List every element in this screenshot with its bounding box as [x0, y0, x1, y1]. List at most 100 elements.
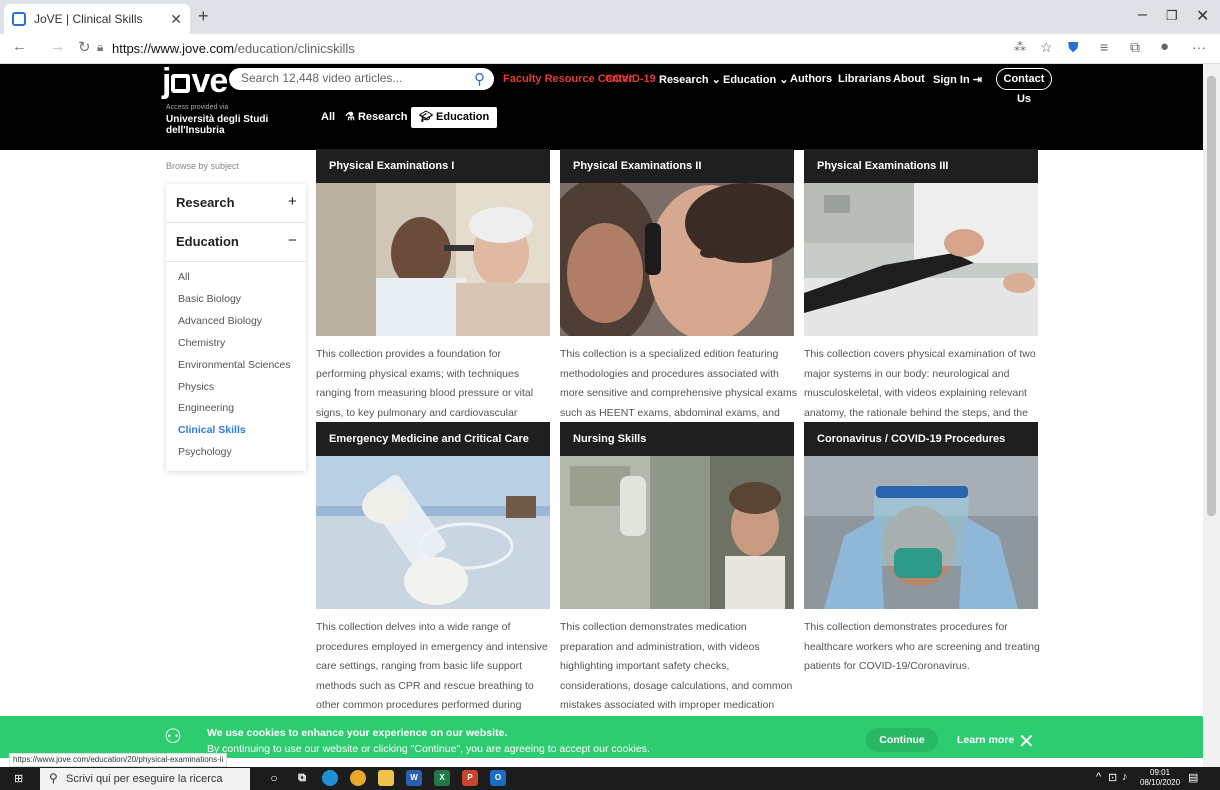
search-icon[interactable]: ⚲ [474, 70, 485, 88]
scrollbar-thumb[interactable] [1207, 76, 1216, 516]
sidebar-divider [166, 261, 306, 262]
profile-avatar-icon[interactable]: ● [1160, 38, 1169, 55]
jove-logo[interactable]: j ve [162, 64, 228, 98]
cookie-user-icon: ⚇ [164, 726, 182, 748]
card-title[interactable]: Physical Examinations II [560, 149, 794, 183]
cortana-icon[interactable]: ○ [266, 770, 282, 786]
card-thumbnail[interactable] [316, 456, 550, 609]
sidebar-item-psychology[interactable]: Psychology [178, 446, 232, 458]
new-tab-button[interactable]: + [198, 6, 209, 27]
nav-education[interactable]: Education ⌄ [723, 73, 788, 86]
excel-icon[interactable]: X [434, 770, 450, 786]
cookie-learn-more-link[interactable]: Learn more [957, 734, 1014, 746]
shield-extension-icon[interactable]: ⛊ [1068, 39, 1079, 56]
search-input[interactable] [241, 71, 461, 85]
nav-authors[interactable]: Authors [790, 73, 832, 85]
notifications-icon[interactable]: ▤ [1188, 771, 1198, 784]
card-thumbnail[interactable] [316, 183, 550, 336]
translate-icon[interactable]: ⁂ [1014, 40, 1026, 54]
nav-research[interactable]: Research ⌄ [659, 73, 721, 86]
chrome-icon[interactable] [350, 770, 366, 786]
card-thumbnail[interactable] [560, 183, 794, 336]
chevron-down-icon: ⌄ [711, 74, 721, 86]
clock-time: 09:01 [1150, 768, 1171, 777]
powerpoint-icon[interactable]: P [462, 770, 478, 786]
sidebar-item-all[interactable]: All [178, 271, 190, 283]
expand-plus-icon[interactable]: + [288, 193, 297, 210]
browser-tab[interactable]: JoVE | Clinical Skills ✕ [4, 4, 190, 34]
lock-icon: 🔒︎ [97, 40, 104, 54]
cookie-title: We use cookies to enhance your experienc… [207, 727, 508, 739]
taskbar-search-placeholder: Scrivi qui per eseguire la ricerca [66, 773, 223, 785]
taskbar-search-box[interactable]: ⚲ Scrivi qui per eseguire la ricerca [40, 768, 250, 790]
card-title[interactable]: Physical Examinations I [316, 149, 550, 183]
url-host: https://www.jove.com [112, 41, 235, 56]
network-icon[interactable]: ⊡ [1108, 771, 1117, 784]
task-view-icon[interactable]: ⧉ [294, 770, 310, 786]
url-field[interactable]: https://www.jove.com/education/clinicski… [112, 41, 355, 56]
favorites-list-icon[interactable]: ≡ [1100, 39, 1108, 55]
collections-icon[interactable]: ⧉ [1130, 39, 1140, 56]
card-thumbnail[interactable] [804, 183, 1038, 336]
mode-tab-education[interactable]: 🎓︎ Education [411, 107, 498, 128]
institution-name: Università degli Studi dell'Insubria [166, 114, 269, 136]
volume-icon[interactable]: ♪ [1122, 771, 1128, 783]
word-icon[interactable]: W [406, 770, 422, 786]
cookie-continue-button[interactable]: Continue [866, 728, 938, 752]
browse-label: Browse by subject [166, 161, 240, 171]
sidebar-item-advanced-biology[interactable]: Advanced Biology [178, 315, 262, 327]
flask-icon: ⚗ [345, 111, 355, 123]
clock-date: 08/10/2020 [1140, 778, 1181, 787]
favorite-star-icon[interactable]: ☆ [1040, 39, 1053, 56]
tray-chevron-icon[interactable]: ^ [1096, 771, 1101, 783]
nav-research-label: Research [659, 74, 709, 86]
more-menu-icon[interactable]: ··· [1192, 39, 1206, 55]
nav-about[interactable]: About [893, 73, 925, 85]
refresh-icon[interactable]: ↻ [78, 38, 91, 56]
sidebar-item-engineering[interactable]: Engineering [178, 402, 234, 414]
sidebar-item-chemistry[interactable]: Chemistry [178, 337, 225, 349]
mode-education-label: Education [436, 111, 490, 123]
outlook-icon[interactable]: O [490, 770, 506, 786]
mode-tab-all[interactable]: All [321, 107, 335, 128]
restore-button[interactable]: ❐ [1166, 8, 1178, 24]
close-window-button[interactable]: ✕ [1196, 6, 1209, 26]
nav-covid-19[interactable]: COVID-19 [605, 73, 656, 85]
sidebar-item-physics[interactable]: Physics [178, 381, 214, 393]
site-search-box: ⚲ [229, 68, 494, 90]
windows-start-icon[interactable]: ⊞ [14, 772, 27, 785]
card-title[interactable]: Physical Examinations III [804, 149, 1038, 183]
chevron-down-icon: ⌄ [779, 74, 789, 86]
nav-librarians[interactable]: Librarians [838, 73, 891, 85]
close-icon[interactable]: ✕ [1018, 729, 1035, 754]
page-favicon-icon [12, 12, 26, 26]
close-tab-icon[interactable]: ✕ [170, 11, 182, 28]
sidebar-item-clinical-skills[interactable]: Clinical Skills [178, 424, 246, 436]
card-thumbnail[interactable] [560, 456, 794, 609]
card-title[interactable]: Coronavirus / COVID-19 Procedures [804, 422, 1038, 456]
collapse-minus-icon[interactable]: − [288, 232, 297, 249]
edge-browser-icon[interactable] [322, 770, 338, 786]
page-scrollbar[interactable] [1203, 64, 1220, 767]
card-description: This collection demonstrates procedures … [804, 621, 1040, 673]
minimize-button[interactable]: – [1138, 6, 1147, 24]
sidebar-research[interactable]: Research [176, 195, 235, 210]
sidebar-item-environmental-sciences[interactable]: Environmental Sciences [178, 359, 291, 371]
card-title[interactable]: Emergency Medicine and Critical Care [316, 422, 550, 456]
card-thumbnail[interactable] [804, 456, 1038, 609]
nav-sign-in[interactable]: Sign In ⇥ [933, 73, 982, 86]
mode-tab-research[interactable]: ⚗ Research [345, 107, 407, 128]
card-title[interactable]: Nursing Skills [560, 422, 794, 456]
contact-us-button[interactable]: Contact Us [996, 68, 1052, 105]
mode-research-label: Research [357, 111, 408, 123]
nav-education-label: Education [723, 74, 777, 86]
tab-title: JoVE | Clinical Skills [34, 12, 143, 26]
taskbar-clock[interactable]: 09:01 08/10/2020 [1140, 768, 1180, 788]
forward-icon[interactable]: → [50, 38, 65, 55]
sign-in-icon: ⇥ [972, 74, 982, 86]
sidebar-education[interactable]: Education [176, 234, 239, 249]
file-explorer-icon[interactable] [378, 770, 394, 786]
sidebar-item-basic-biology[interactable]: Basic Biology [178, 293, 241, 305]
access-label: Access provided via [166, 104, 229, 111]
back-icon[interactable]: ← [12, 38, 27, 55]
